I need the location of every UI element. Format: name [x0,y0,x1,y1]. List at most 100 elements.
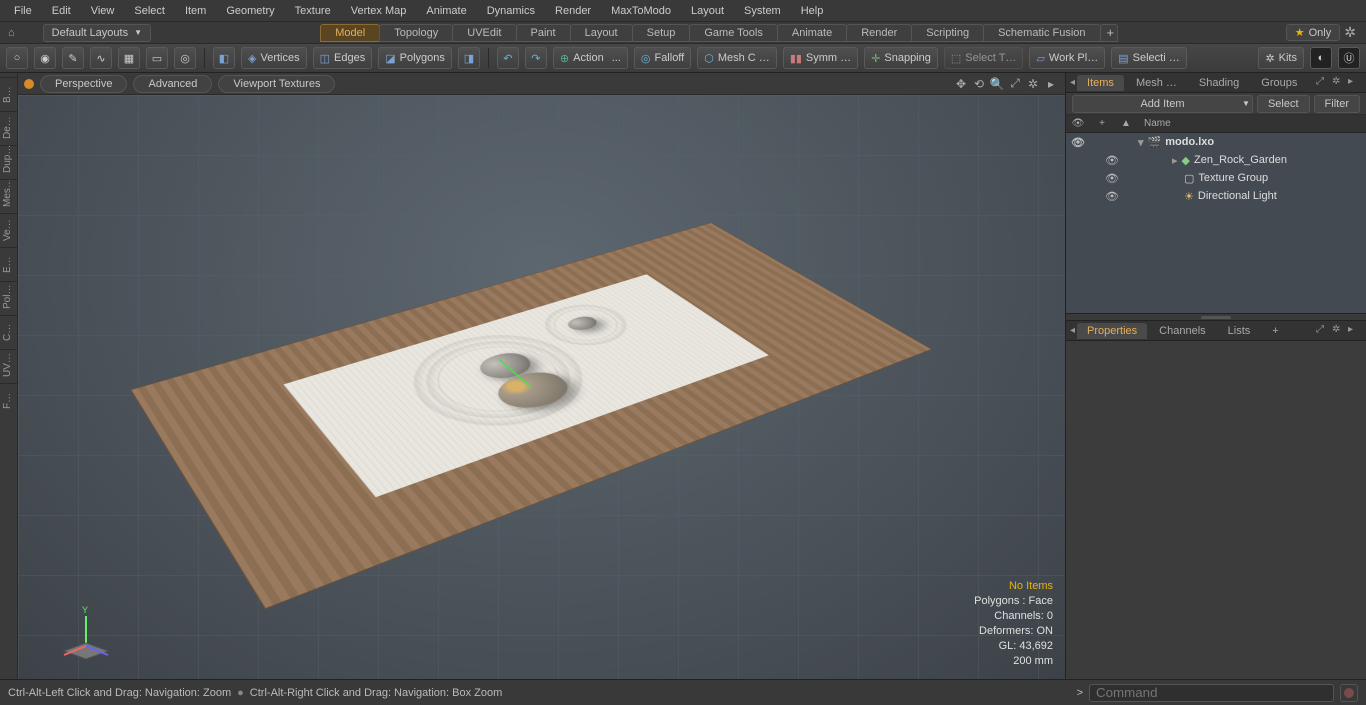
tab-channels[interactable]: Channels [1149,323,1215,339]
orbit-icon[interactable]: ⟲ [971,76,987,92]
ltab-vertex[interactable]: Ve… [0,213,17,247]
ltab-f[interactable]: F… [0,383,17,417]
ltab-duplicate[interactable]: Dup… [0,145,17,179]
tab-render[interactable]: Render [846,24,912,42]
col-add-icon[interactable]: + [1090,118,1114,129]
prim-circle-icon[interactable]: ○ [6,47,28,69]
menu-vertexmap[interactable]: Vertex Map [341,2,417,20]
menu-item[interactable]: Item [175,2,216,20]
prim-curve-icon[interactable]: ∿ [90,47,112,69]
viewport-view-dropdown[interactable]: Perspective [40,75,127,93]
tab-shading[interactable]: Shading [1189,75,1249,91]
vp-gear-icon[interactable]: ✲ [1025,76,1041,92]
tab-animate[interactable]: Animate [777,24,847,42]
menu-maxtomodo[interactable]: MaxToModo [601,2,681,20]
ltab-deform[interactable]: De… [0,111,17,145]
menu-texture[interactable]: Texture [285,2,341,20]
menu-view[interactable]: View [81,2,125,20]
falloff-button[interactable]: ◎Falloff [634,47,691,69]
select-button[interactable]: Select [1257,95,1310,113]
tab-layout[interactable]: Layout [570,24,633,42]
snapping-button[interactable]: ✛Snapping [864,47,938,69]
menu-layout[interactable]: Layout [681,2,734,20]
only-toggle[interactable]: ★ Only [1286,24,1341,41]
viewport-3d[interactable]: No Items Polygons : Face Channels: 0 Def… [18,95,1065,679]
visibility-icon[interactable]: 👁 [1066,136,1090,149]
viewport-shading-dropdown[interactable]: Advanced [133,75,212,93]
zoom-icon[interactable]: 🔍 [989,76,1005,92]
tab-scripting[interactable]: Scripting [911,24,984,42]
disclosure-open-icon[interactable]: ▾ [1138,136,1144,149]
menu-render[interactable]: Render [545,2,601,20]
home-icon[interactable]: ⌂ [4,27,19,39]
item-mode-icon[interactable]: ◨ [458,47,480,69]
add-item-dropdown[interactable]: Add Item ▼ [1072,95,1253,113]
settings-gear-icon[interactable]: ✲ [1344,24,1356,41]
menu-dynamics[interactable]: Dynamics [477,2,545,20]
tab-items[interactable]: Items [1077,75,1124,91]
tree-row-texgroup[interactable]: 👁 ▢Texture Group [1066,169,1366,187]
pan-icon[interactable]: ✥ [953,76,969,92]
menu-system[interactable]: System [734,2,791,20]
polygons-button[interactable]: ◪Polygons [378,47,452,69]
vertices-button[interactable]: ◈Vertices [241,47,307,69]
menu-edit[interactable]: Edit [42,2,81,20]
tree-row-mesh[interactable]: 👁 ▸◆Zen_Rock_Garden [1066,151,1366,169]
tab-schematic[interactable]: Schematic Fusion [983,24,1100,42]
panel-gear-icon[interactable]: ✲ [1332,76,1346,90]
tab-add[interactable]: + [1100,24,1118,42]
tab-model[interactable]: Model [320,24,380,42]
filter-button[interactable]: Filter [1314,95,1360,113]
ltab-edge[interactable]: E… [0,247,17,281]
prim-plane-icon[interactable]: ▭ [146,47,168,69]
ltab-curve[interactable]: C… [0,315,17,349]
undo-icon[interactable]: ↶ [497,47,519,69]
ltab-mesh[interactable]: Mes… [0,179,17,213]
layout-preset-dropdown[interactable]: Default Layouts ▼ [43,24,151,42]
command-input[interactable] [1089,684,1334,702]
visibility-icon[interactable]: 👁 [1100,172,1124,185]
panel-expand-icon[interactable]: ⤢ [1316,76,1330,90]
col-visibility-icon[interactable]: 👁 [1066,118,1090,129]
panel-splitter[interactable] [1066,313,1366,321]
symmetry-button[interactable]: ▮▮Symm … [783,47,858,69]
tab-lists[interactable]: Lists [1218,323,1261,339]
record-button[interactable] [1340,684,1358,702]
tab-uvedit[interactable]: UVEdit [452,24,516,42]
workplane-button[interactable]: ▱Work Pl… [1029,47,1105,69]
action-center-button[interactable]: ⊕Action... [553,47,628,69]
tab-meshops[interactable]: Mesh … [1126,75,1187,91]
item-tree[interactable]: 👁 ▾🎬modo.lxo 👁 ▸◆Zen_Rock_Garden 👁 ▢Text… [1066,133,1366,313]
panel-chevron-icon[interactable]: ▸ [1348,76,1362,90]
prim-sphere-icon[interactable]: ◉ [34,47,56,69]
ltab-basic[interactable]: B… [0,77,17,111]
panel-gear-icon[interactable]: ✲ [1332,324,1346,338]
tab-paint[interactable]: Paint [516,24,571,42]
tab-properties[interactable]: Properties [1077,323,1147,339]
menu-file[interactable]: File [4,2,42,20]
engine-icon-2[interactable]: Ⓤ [1338,47,1360,69]
panel-expand-icon[interactable]: ⤢ [1316,324,1330,338]
tab-setup[interactable]: Setup [632,24,691,42]
menu-help[interactable]: Help [791,2,834,20]
prim-pen-icon[interactable]: ✎ [62,47,84,69]
col-type-icon[interactable]: ▲ [1114,118,1138,129]
select-through-button[interactable]: ⬚Select T… [944,47,1024,69]
disclosure-icon[interactable]: ▸ [1172,154,1178,167]
tree-row-light[interactable]: 👁 ☀Directional Light [1066,187,1366,205]
visibility-icon[interactable]: 👁 [1100,190,1124,203]
prim-torus-icon[interactable]: ◎ [174,47,196,69]
tab-topology[interactable]: Topology [379,24,453,42]
engine-icon-1[interactable]: ◐ [1310,47,1332,69]
redo-icon[interactable]: ↷ [525,47,547,69]
menu-select[interactable]: Select [124,2,175,20]
prim-grid-icon[interactable]: ▦ [118,47,140,69]
tab-groups[interactable]: Groups [1251,75,1307,91]
tab-add-props[interactable]: + [1262,323,1288,339]
col-name[interactable]: Name [1138,118,1366,129]
cube-icon[interactable]: ◧ [213,47,235,69]
tree-row-scene[interactable]: 👁 ▾🎬modo.lxo [1066,133,1366,151]
viewport-textures-toggle[interactable]: Viewport Textures [218,75,335,93]
visibility-icon[interactable]: 👁 [1100,154,1124,167]
maximize-icon[interactable]: ⤢ [1007,76,1023,92]
